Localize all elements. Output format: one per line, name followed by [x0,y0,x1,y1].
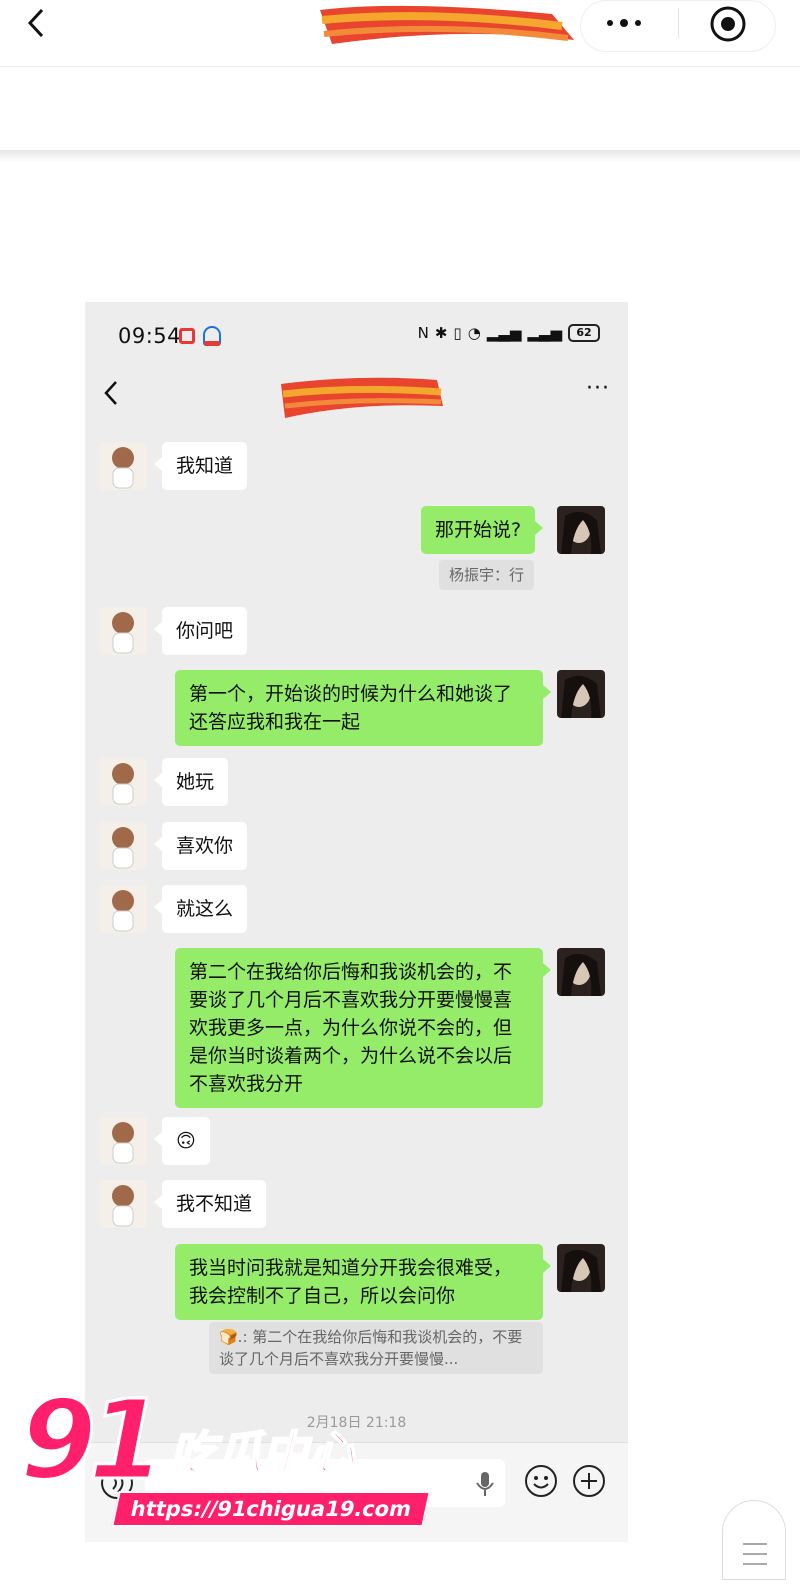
notification-icon [179,328,195,344]
message-bubble: 我知道 [153,442,248,490]
emoji-message-bubble: 🙃 [154,1117,210,1165]
status-icons: N ✱ ▯ ◔ ▂▃▅ ▂▃▅ 62 [418,324,600,342]
contact-avatar[interactable] [99,1117,147,1165]
chat-back-icon[interactable] [99,378,123,408]
signal-icon-2: ▂▃▅ [527,324,562,342]
signal-icon: ▂▃▅ [486,324,522,342]
back-icon[interactable] [22,6,52,40]
contact-avatar[interactable] [99,607,147,655]
microphone-icon[interactable] [475,1471,495,1497]
user-avatar[interactable] [557,948,605,996]
watermark-url: https://91chigua19.com [111,1491,432,1527]
quoted-message: 🍞.: 第二个在我给你后悔和我谈机会的，不要谈了几个月后不喜欢我分开要慢慢... [209,1322,543,1374]
battery-icon: 62 [568,324,600,342]
contact-avatar[interactable] [99,822,147,870]
message-bubble: 我当时问我就是知道分开我会很难受，我会控制不了自己，所以会问你 [175,1244,551,1320]
outer-top-bar [0,0,800,66]
message-bubble: 你问吧 [153,607,248,655]
chat-screenshot: 09:54 N ✱ ▯ ◔ ▂▃▅ ▂▃▅ 62 ··· 我知道 那开始说? 杨 [85,302,628,1542]
message-bubble: 第二个在我给你后悔和我谈机会的，不要谈了几个月后不喜欢我分开要慢慢喜欢我更多一点… [175,948,551,1108]
menu-line [743,1543,767,1545]
plus-icon[interactable] [571,1463,607,1499]
app-notification-icon [203,326,221,346]
bluetooth-icon: ✱ [434,324,448,342]
redaction-scribble [320,5,574,45]
message-bubble: 喜欢你 [153,822,248,870]
watermark: 91 吃瓜中心 https://91chigua19.com [18,1376,432,1545]
status-time: 09:54 [118,324,182,348]
message-bubble: 她玩 [153,758,229,806]
capsule-divider [678,8,679,38]
nfc-icon: N [417,324,429,342]
message-bubble: 第一个，开始谈的时候为什么和她谈了还答应我和我在一起 [175,670,551,746]
wifi-icon: ◔ [467,324,481,342]
floating-menu-button[interactable] [722,1500,786,1580]
contact-avatar[interactable] [99,885,147,933]
redacted-contact-name [281,377,443,418]
chat-more-icon[interactable]: ··· [586,376,610,401]
contact-avatar[interactable] [99,1180,147,1228]
watermark-logo-text: 吃瓜中心 [169,1425,355,1481]
emoji-icon[interactable] [523,1463,559,1499]
user-avatar[interactable] [557,670,605,718]
close-miniprogram-icon[interactable] [708,4,748,44]
message-bubble: 就这么 [153,885,248,933]
user-avatar[interactable] [557,506,605,554]
quoted-reply: 杨振宇：行 [439,560,535,590]
section-divider [0,150,800,162]
menu-line [743,1563,767,1565]
contact-avatar[interactable] [99,758,147,806]
watermark-logo-number: 91 [18,1376,166,1504]
contact-avatar[interactable] [99,442,147,490]
vibrate-icon: ▯ [453,324,462,342]
user-avatar[interactable] [557,1244,605,1292]
top-divider [0,66,800,67]
menu-line [743,1553,767,1555]
message-bubble: 那开始说? [421,506,544,554]
chat-header: ··· [85,368,628,428]
message-bubble: 我不知道 [153,1180,267,1228]
status-bar: 09:54 N ✱ ▯ ◔ ▂▃▅ ▂▃▅ 62 [85,302,628,368]
more-icon[interactable] [604,10,644,36]
